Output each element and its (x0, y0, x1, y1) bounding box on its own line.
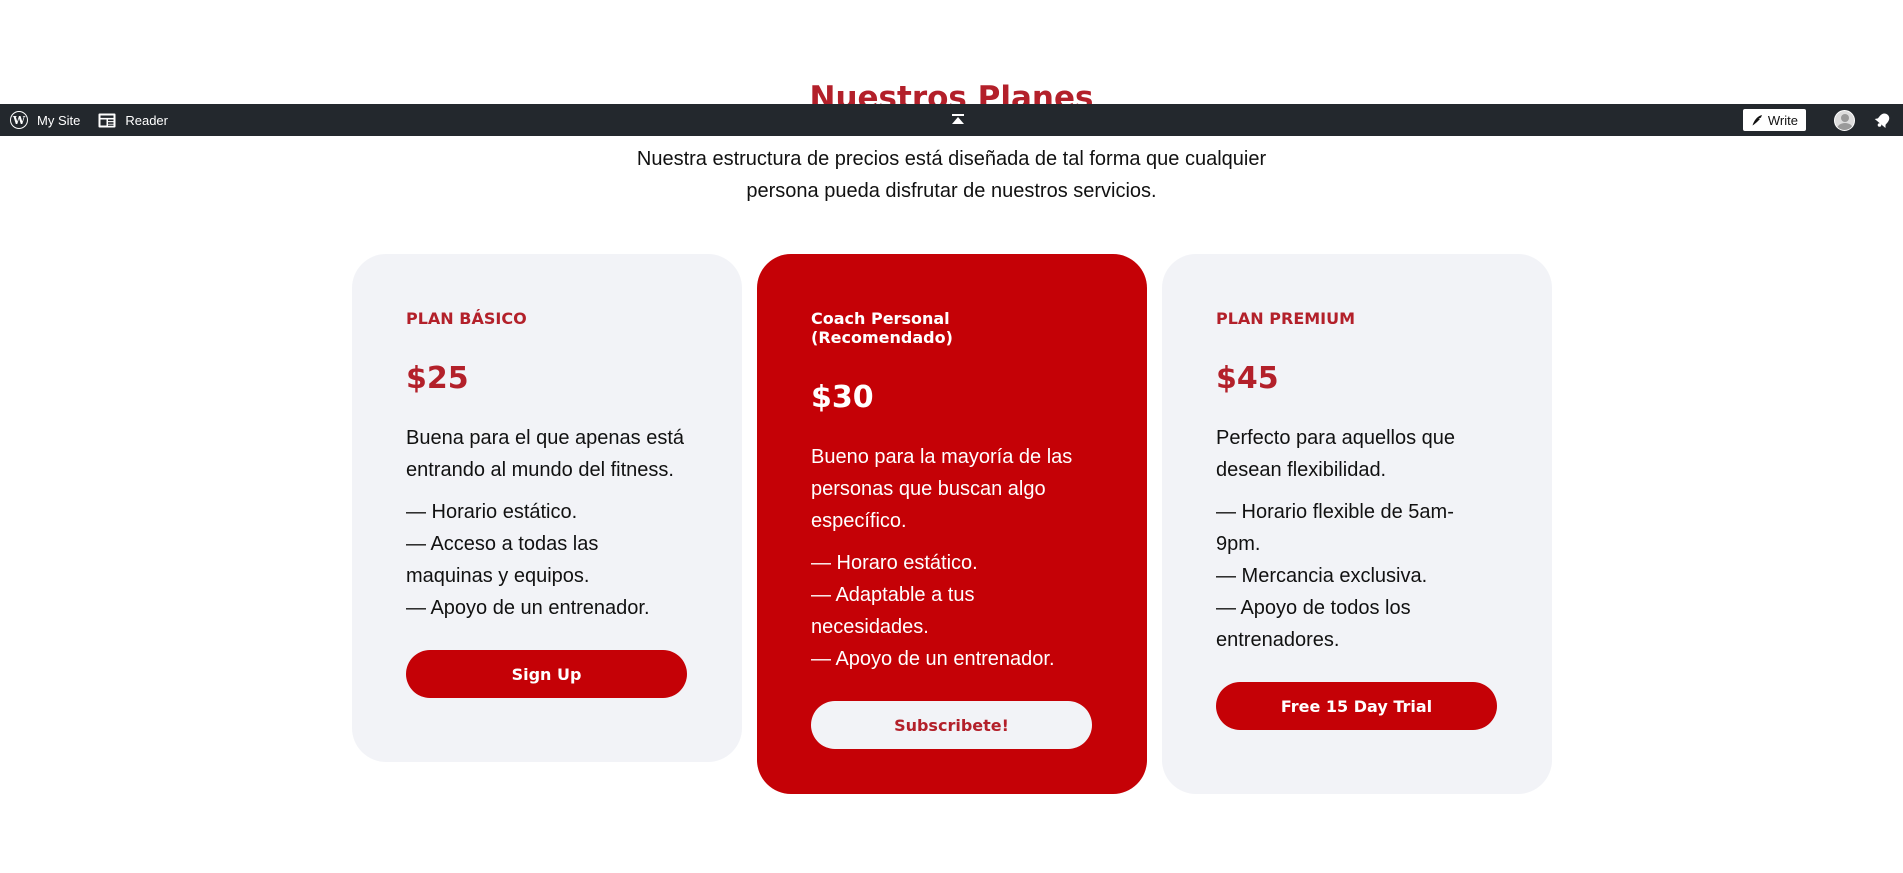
plan-feature: — Acceso a todas las maquinas y equipos. (406, 533, 599, 587)
plan-features: — Horario estático. — Acceso a todas las… (406, 496, 688, 624)
notification-bell-icon[interactable] (1873, 110, 1893, 130)
my-site-label: My Site (37, 112, 81, 128)
plan-feature: — Apoyo de un entrenador. (406, 597, 650, 619)
plan-description: Perfecto para aquellos que desean flexib… (1216, 427, 1456, 481)
plan-price: $25 (406, 361, 469, 396)
my-site-link[interactable]: W My Site (10, 104, 80, 136)
plan-feature: — Horario estático. (406, 501, 578, 523)
plan-feature: — Adaptable a tus necesidades. (811, 584, 975, 638)
plan-description: Buena para el que apenas está entrando a… (406, 427, 684, 481)
plan-features: — Horaro estático. — Adaptable a tus nec… (811, 547, 1093, 675)
reader-link[interactable]: Reader (98, 104, 168, 136)
write-button[interactable]: Write (1742, 109, 1806, 131)
plan-name: Coach Personal (Recomendado) (811, 309, 953, 347)
plan-feature: — Apoyo de un entrenador. (811, 648, 1055, 670)
plan-feature: — Apoyo de todos los entrenadores. (1216, 597, 1411, 651)
plan-name: PLAN PREMIUM (1216, 309, 1356, 328)
reader-label: Reader (125, 112, 168, 128)
collapse-button[interactable] (950, 104, 968, 136)
subtitle-line-2: persona pueda disfrutar de nuestros serv… (746, 180, 1157, 202)
plan-description: Bueno para la mayoría de las personas qu… (811, 446, 1073, 532)
reader-icon (98, 113, 116, 127)
pen-icon (1752, 115, 1762, 126)
subtitle-line-1: Nuestra estructura de precios está diseñ… (636, 148, 1267, 170)
plan-feature: — Horaro estático. (811, 552, 978, 574)
plan-feature: — Horario flexible de 5am-9pm. (1216, 501, 1454, 555)
plan-card-coach: Coach Personal (Recomendado) $30 Bueno p… (757, 254, 1147, 794)
section-subtitle: Nuestra estructura de precios está diseñ… (0, 143, 1903, 207)
write-label: Write (1767, 112, 1798, 128)
plan-card-premium: PLAN PREMIUM $45 Perfecto para aquellos … (1162, 254, 1552, 794)
plan-features: — Horario flexible de 5am-9pm. — Mercanc… (1216, 496, 1498, 656)
free-trial-button[interactable]: Free 15 Day Trial (1216, 682, 1497, 730)
plan-feature: — Mercancia exclusiva. (1216, 565, 1428, 587)
avatar[interactable] (1834, 109, 1855, 131)
plan-card-basic: PLAN BÁSICO $25 Buena para el que apenas… (352, 254, 742, 762)
wordpress-icon: W (10, 111, 28, 129)
plan-name: PLAN BÁSICO (406, 309, 527, 328)
subscribe-button[interactable]: Subscribete! (811, 701, 1092, 749)
collapse-icon (952, 114, 964, 124)
admin-bar: W My Site Reader Write (0, 104, 1903, 136)
plan-price: $45 (1216, 361, 1279, 396)
plan-price: $30 (811, 380, 874, 415)
sign-up-button[interactable]: Sign Up (406, 650, 687, 698)
